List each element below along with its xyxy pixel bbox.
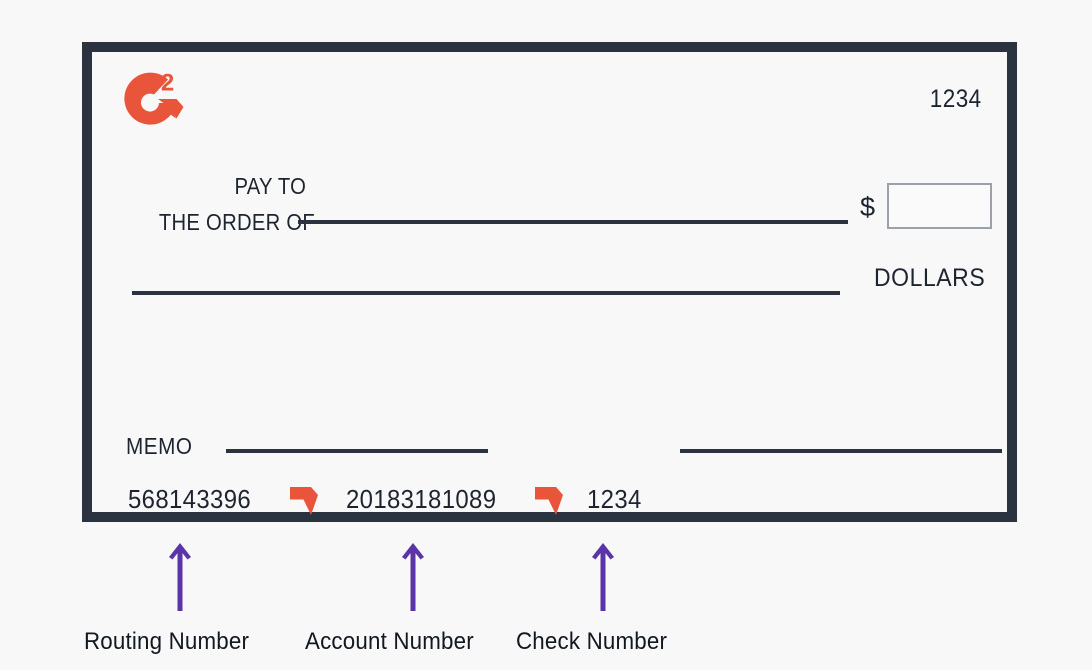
check-diagram: 2 1234 PAY TO THE ORDER OF $ DOLLARS MEM…	[0, 0, 1092, 670]
micr-account-number: 20183181089	[345, 483, 497, 514]
amount-input-box[interactable]	[887, 183, 992, 229]
dollars-label: DOLLARS	[874, 264, 986, 292]
signature-line[interactable]	[680, 449, 1002, 453]
memo-input-line[interactable]	[226, 449, 488, 453]
svg-text:2: 2	[161, 70, 174, 97]
pay-to-the-order-of-label: PAY TO THE ORDER OF	[135, 168, 315, 240]
micr-routing-number: 568143396	[128, 483, 252, 514]
currency-symbol: $	[860, 192, 876, 222]
memo-label: MEMO	[126, 433, 193, 459]
check-number-top-right: 1234	[930, 85, 982, 113]
callout-label-routing-number: Routing Number	[84, 628, 250, 655]
micr-line: 568143396 20183181089 1234	[128, 479, 647, 519]
pay-to-line-2: THE ORDER OF	[158, 209, 315, 235]
check-face: 2 1234 PAY TO THE ORDER OF $ DOLLARS MEM…	[82, 42, 1017, 522]
callout-arrow-check-icon	[590, 541, 616, 611]
pay-to-line-1: PAY TO	[234, 173, 307, 199]
g2-logo: 2	[114, 65, 190, 141]
payee-input-line[interactable]	[298, 220, 848, 224]
micr-transit-symbol-icon	[284, 483, 324, 519]
micr-check-number: 1234	[587, 483, 642, 514]
callout-arrow-routing-icon	[167, 541, 193, 611]
callout-label-check-number: Check Number	[516, 628, 668, 655]
micr-transit-symbol-icon-2	[529, 483, 569, 519]
callout-arrow-account-icon	[400, 541, 426, 611]
callout-label-account-number: Account Number	[305, 628, 474, 655]
written-amount-line[interactable]	[132, 291, 840, 295]
